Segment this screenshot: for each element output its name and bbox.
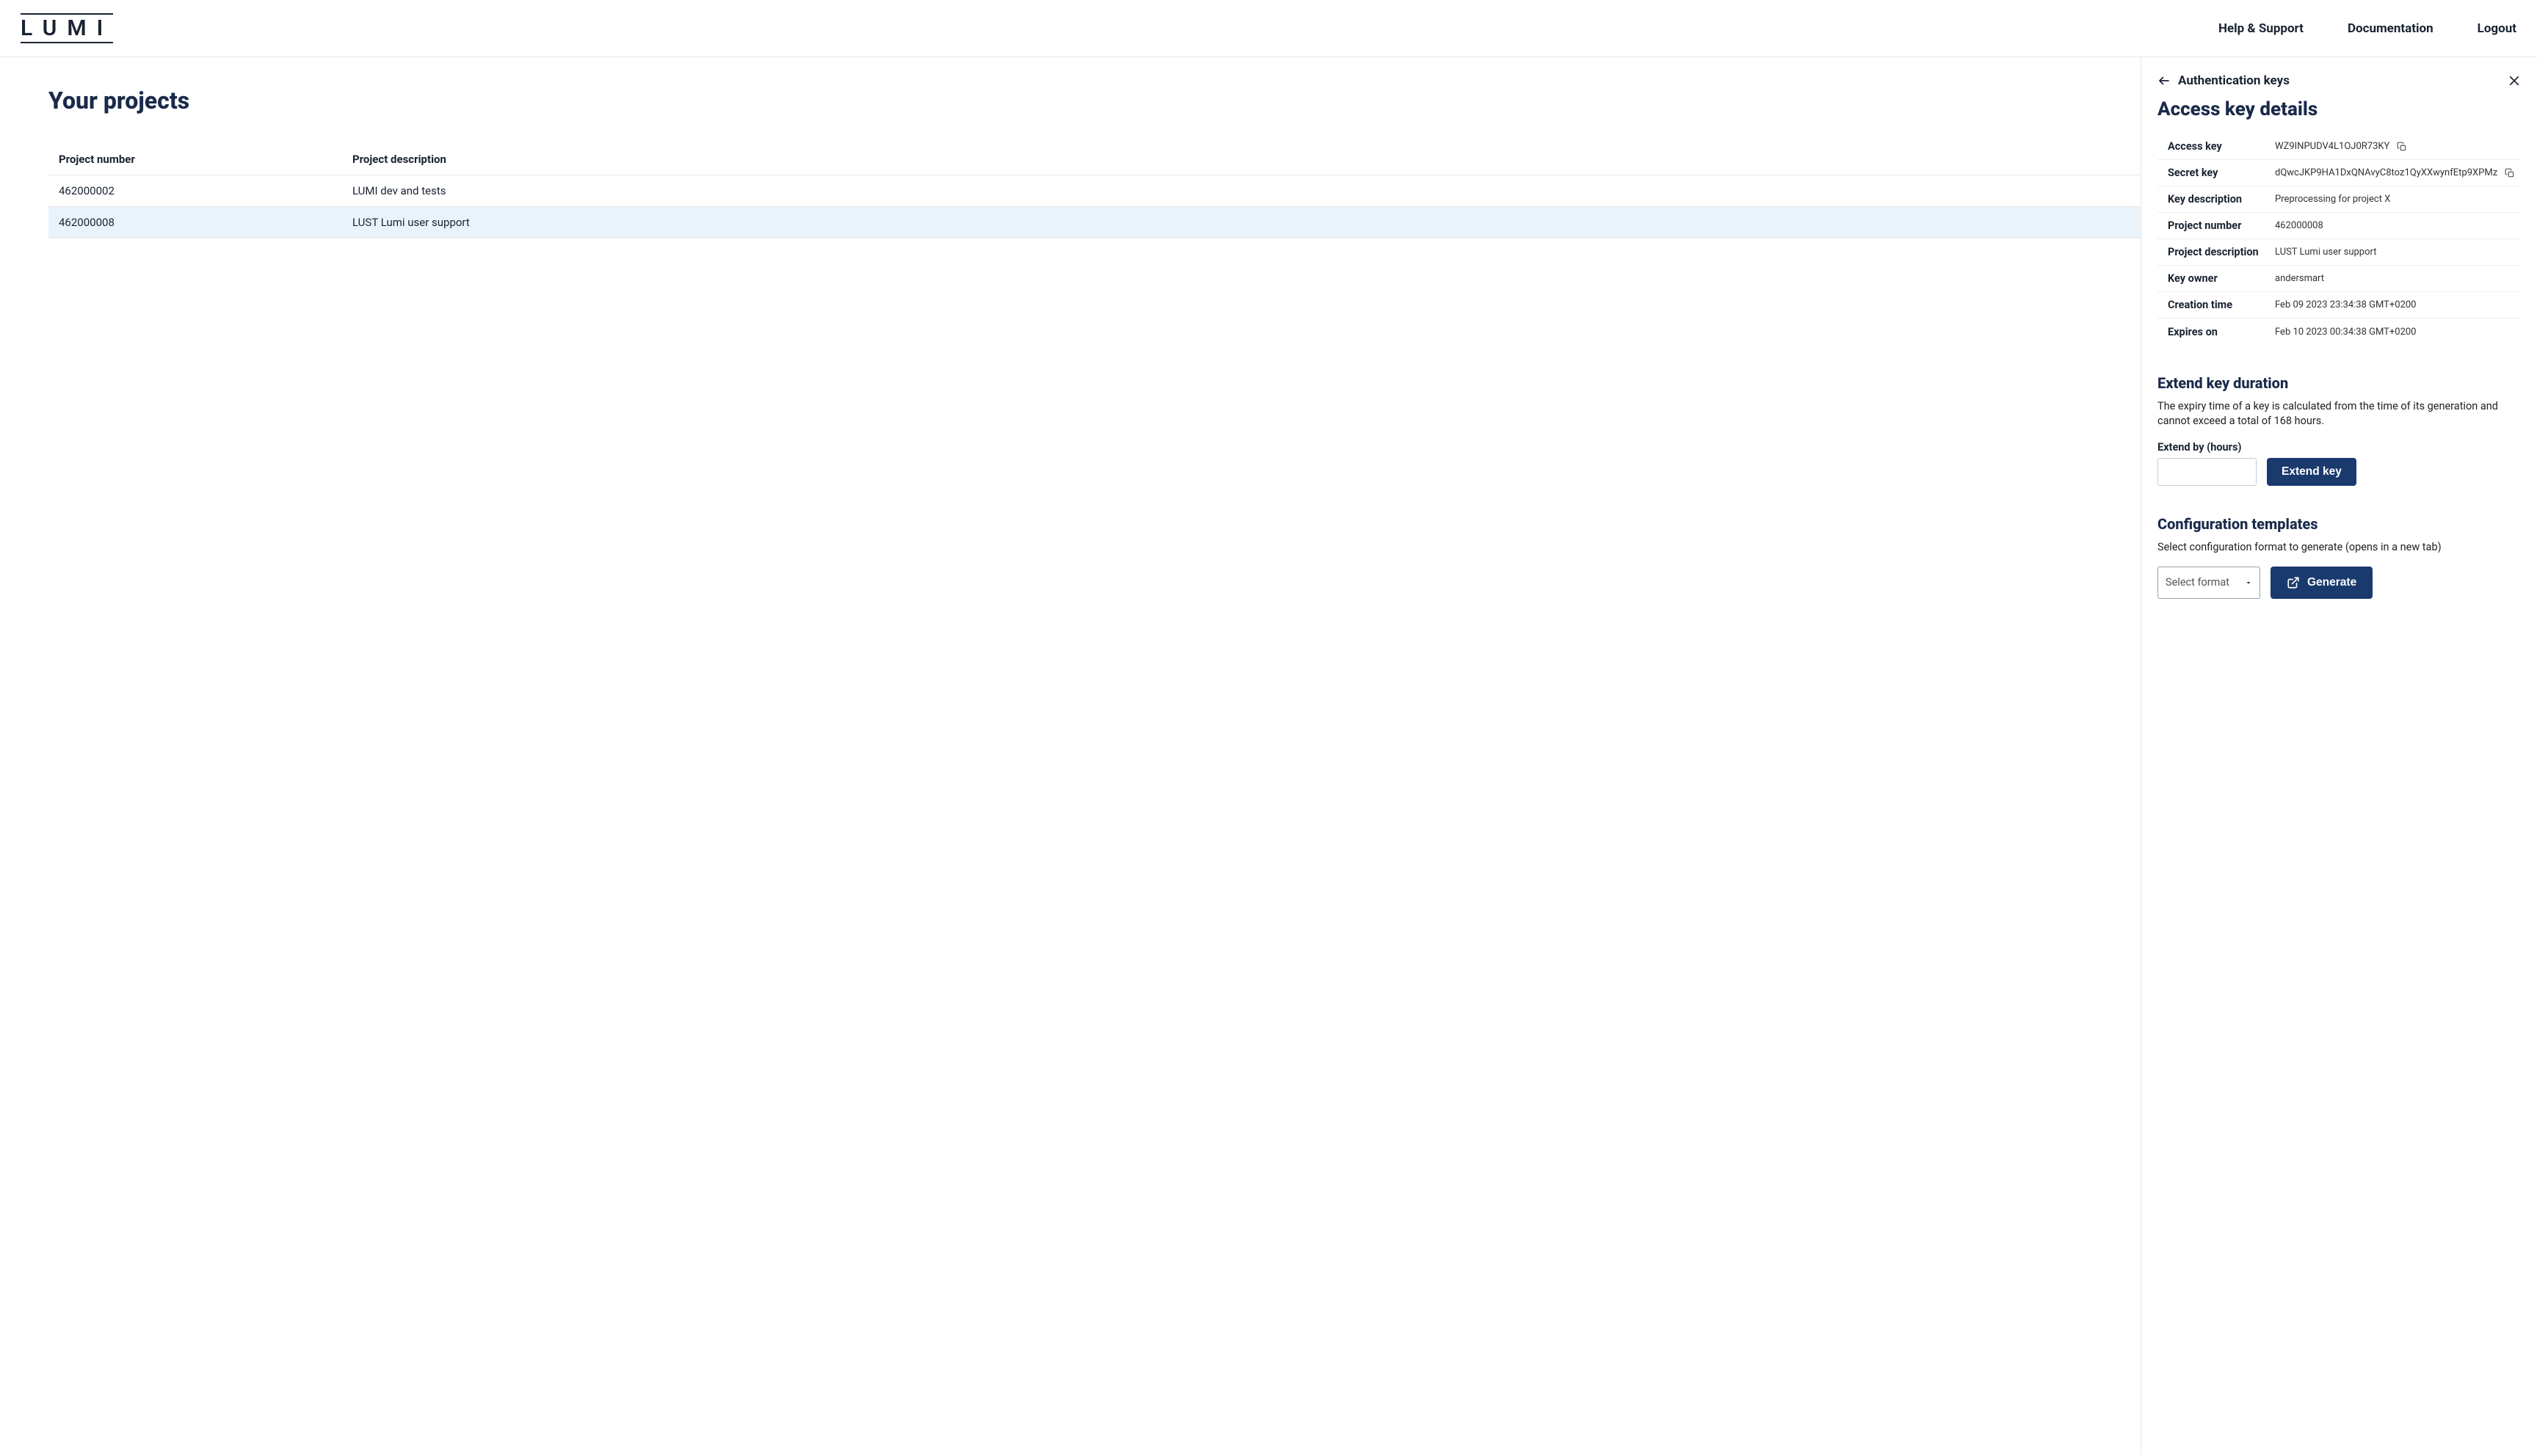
table-row[interactable]: 462000008LUST Lumi user support: [48, 207, 2141, 239]
detail-label: Key description: [2157, 193, 2275, 205]
detail-row-secret-key: Secret keydQwcJKP9HA1DxQNAvyC8toz1QyXXwy…: [2157, 160, 2521, 186]
templates-description: Select configuration format to generate …: [2157, 540, 2521, 555]
copy-icon[interactable]: [2505, 168, 2515, 178]
detail-value: andersmart: [2275, 273, 2521, 284]
top-nav: Help & Support Documentation Logout: [2218, 21, 2516, 36]
detail-label: Access key: [2157, 140, 2275, 153]
generate-button[interactable]: Generate: [2271, 567, 2373, 599]
breadcrumb-label: Authentication keys: [2178, 73, 2290, 88]
col-header-project-number: Project number: [48, 144, 342, 175]
details-panel: Authentication keys Access key details A…: [2141, 57, 2537, 1455]
extend-description: The expiry time of a key is calculated f…: [2157, 399, 2521, 429]
cell-project-description: LUST Lumi user support: [342, 207, 2141, 239]
detail-label: Expires on: [2157, 326, 2275, 338]
detail-value: Preprocessing for project X: [2275, 194, 2521, 205]
detail-value: WZ9INPUDV4L1OJ0R73KY: [2275, 141, 2521, 152]
format-select[interactable]: Select format: [2157, 567, 2260, 599]
cell-project-description: LUMI dev and tests: [342, 175, 2141, 207]
detail-label: Secret key: [2157, 167, 2275, 179]
detail-row-key-description: Key descriptionPreprocessing for project…: [2157, 186, 2521, 213]
detail-value: dQwcJKP9HA1DxQNAvyC8toz1QyXXwynfEtp9XPMz: [2275, 167, 2521, 178]
main-column: Your projects Project number Project des…: [0, 57, 2141, 1455]
open-external-icon: [2287, 576, 2300, 589]
detail-label: Key owner: [2157, 272, 2275, 285]
detail-row-access-key: Access keyWZ9INPUDV4L1OJ0R73KY: [2157, 134, 2521, 160]
detail-row-project-number: Project number462000008: [2157, 213, 2521, 239]
cell-project-number: 462000008: [48, 207, 342, 239]
brand-logo: LUMI: [21, 13, 113, 43]
extend-hours-input[interactable]: [2157, 458, 2257, 486]
nav-help-support[interactable]: Help & Support: [2218, 21, 2304, 36]
nav-logout[interactable]: Logout: [2478, 21, 2516, 36]
detail-label: Creation time: [2157, 299, 2275, 311]
page-title: Your projects: [48, 87, 2141, 114]
detail-value: Feb 10 2023 00:34:38 GMT+0200: [2275, 327, 2521, 338]
extend-by-label: Extend by (hours): [2157, 441, 2521, 454]
copy-icon[interactable]: [2397, 142, 2407, 152]
table-row[interactable]: 462000002LUMI dev and tests: [48, 175, 2141, 207]
breadcrumb[interactable]: Authentication keys: [2157, 73, 2290, 88]
key-details-list: Access keyWZ9INPUDV4L1OJ0R73KYSecret key…: [2157, 134, 2521, 345]
extend-key-section: Extend key duration The expiry time of a…: [2157, 374, 2521, 486]
format-select-placeholder: Select format: [2166, 576, 2229, 589]
col-header-project-description: Project description: [342, 144, 2141, 175]
nav-documentation[interactable]: Documentation: [2348, 21, 2433, 36]
generate-button-label: Generate: [2307, 576, 2356, 589]
projects-table: Project number Project description 46200…: [48, 144, 2141, 239]
extend-key-button[interactable]: Extend key: [2267, 458, 2356, 486]
detail-row-project-desc: Project descriptionLUST Lumi user suppor…: [2157, 239, 2521, 266]
detail-row-key-owner: Key ownerandersmart: [2157, 266, 2521, 292]
panel-title: Access key details: [2157, 98, 2521, 120]
detail-label: Project number: [2157, 219, 2275, 232]
detail-row-expires-on: Expires onFeb 10 2023 00:34:38 GMT+0200: [2157, 318, 2521, 345]
close-icon[interactable]: [2508, 74, 2521, 87]
cell-project-number: 462000002: [48, 175, 342, 207]
templates-title: Configuration templates: [2157, 515, 2521, 533]
config-templates-section: Configuration templates Select configura…: [2157, 515, 2521, 599]
detail-value: 462000008: [2275, 220, 2521, 231]
arrow-left-icon[interactable]: [2157, 74, 2171, 87]
detail-value: Feb 09 2023 23:34:38 GMT+0200: [2275, 299, 2521, 310]
detail-label: Project description: [2157, 246, 2275, 258]
detail-value: LUST Lumi user support: [2275, 247, 2521, 258]
extend-title: Extend key duration: [2157, 374, 2521, 392]
detail-row-creation-time: Creation timeFeb 09 2023 23:34:38 GMT+02…: [2157, 292, 2521, 318]
app-header: LUMI Help & Support Documentation Logout: [0, 0, 2537, 57]
